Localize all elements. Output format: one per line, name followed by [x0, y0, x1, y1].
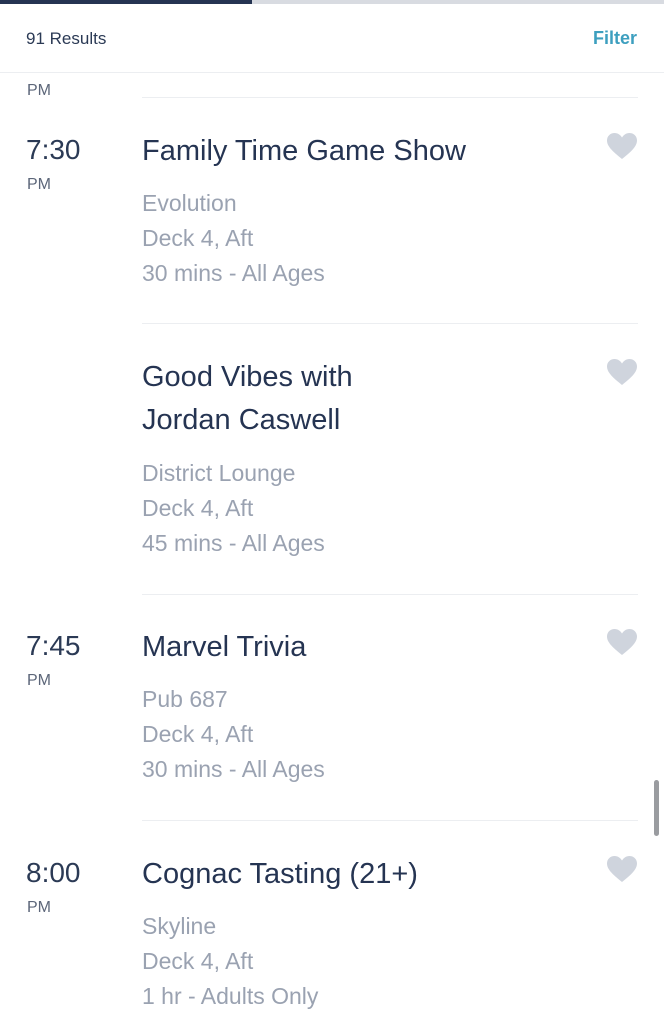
results-header: 91 Results Filter [0, 4, 664, 73]
event-location: Deck 4, Aft [142, 225, 254, 251]
event-time: 8:00 [26, 857, 81, 888]
divider [142, 323, 638, 324]
event-title: Marvel Trivia [142, 631, 307, 663]
event-ampm: PM [27, 672, 51, 689]
event-location: Deck 4, Aft [142, 948, 254, 974]
heart-icon[interactable] [606, 628, 638, 656]
event-venue: District Lounge [142, 460, 296, 486]
event-location: Deck 4, Aft [142, 495, 254, 521]
divider [142, 820, 638, 821]
event-venue: Pub 687 [142, 686, 228, 712]
event-venue: Skyline [142, 913, 217, 939]
heart-icon[interactable] [606, 132, 638, 160]
event-duration: 30 mins - All Ages [142, 756, 325, 782]
event-ampm: PM [27, 176, 51, 193]
event-duration: 1 hr - Adults Only [142, 983, 319, 1009]
time-ampm: PM [27, 82, 51, 99]
event-title: Family Time Game Show [142, 135, 466, 167]
event-duration: 30 mins - All Ages [142, 260, 325, 286]
event-time: 7:45 [26, 630, 81, 661]
event-ampm: PM [27, 899, 51, 916]
event-duration: 45 mins - All Ages [142, 530, 325, 556]
event-time: 7:30 [26, 134, 81, 165]
scrollbar[interactable] [654, 780, 659, 836]
event-location: Deck 4, Aft [142, 721, 254, 747]
event-title: Good Vibes with Jordan Caswell [142, 361, 353, 436]
divider [142, 594, 638, 595]
event-venue: Evolution [142, 190, 237, 216]
results-count: 91 Results [26, 29, 107, 48]
heart-icon[interactable] [606, 855, 638, 883]
divider [142, 97, 638, 98]
event-title: Cognac Tasting (21+) [142, 858, 418, 890]
filter-button[interactable]: Filter [593, 28, 637, 49]
heart-icon[interactable] [606, 358, 638, 386]
